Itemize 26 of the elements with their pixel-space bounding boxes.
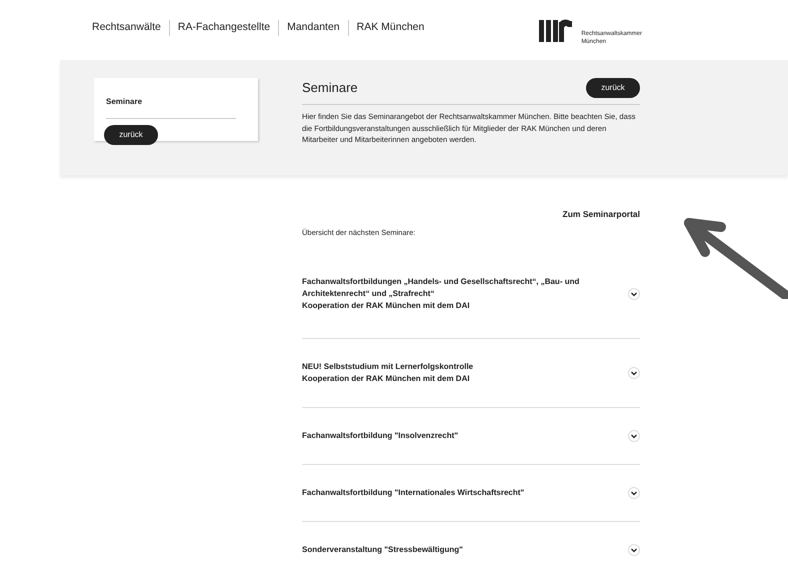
seminar-title: NEU! Selbststudium mit Lernerfolgskontrolle	[302, 361, 474, 373]
accordion-item[interactable]: Fachanwaltsfortbildungen „Handels- und Gesellschaftsrecht“, „Bau- und Architektenrecht“ und „Strafrecht“ Kooperation der RAK München mit dem DAI	[302, 276, 640, 338]
back-button[interactable]: zurück	[586, 78, 640, 98]
seminar-title: Kooperation der RAK München mit dem DAI	[302, 373, 471, 385]
nav-link[interactable]: RAK München	[348, 20, 432, 36]
nav-link[interactable]: RA-Fachangestellte	[168, 20, 278, 36]
accordion-item[interactable]: Fachanwaltsfortbildung "Insolvenzrecht"	[302, 407, 640, 464]
chevron-icon	[628, 430, 640, 442]
seminar-title: Kooperation der RAK München mit dem DAI	[302, 300, 471, 312]
accordion-item[interactable]: Sonderveranstaltung "Stressbewältigung"	[302, 521, 640, 578]
chevron-icon	[628, 288, 640, 300]
seminar-title: Fachanwaltsfortbildungen „Handels- und Gesellschaftsrecht“, „Bau- und Architektenrecht“ und „Strafrecht“	[302, 276, 580, 300]
chevron-icon	[628, 367, 640, 379]
nav-link[interactable]: Rechtsanwälte	[92, 20, 169, 36]
seminar-title: Fachanwaltsfortbildung "Insolvenzrecht"	[302, 430, 460, 442]
chevron-icon	[628, 487, 640, 499]
seminar-title: Fachanwaltsfortbildung "Internationales Wirtschaftsrecht"	[302, 487, 526, 499]
accordion-item[interactable]: NEU! Selbststudium mit Lernerfolgskontrolle Kooperation der RAK München mit dem DAI	[302, 338, 640, 407]
sidebar-title: Seminare	[106, 97, 142, 106]
accordion-item[interactable]: Fachanwaltsfortbildung "Internationales Wirtschaftsrecht"	[302, 464, 640, 521]
seminar-title: Sonderveranstaltung "Stressbewältigung"	[302, 544, 464, 556]
chevron-icon	[628, 544, 640, 556]
back-button[interactable]: zurück	[104, 125, 158, 145]
nav-link[interactable]: Mandanten	[278, 20, 348, 36]
page-title: Seminare	[302, 79, 358, 98]
portal-link[interactable]: Zum Seminarportal	[562, 208, 640, 221]
